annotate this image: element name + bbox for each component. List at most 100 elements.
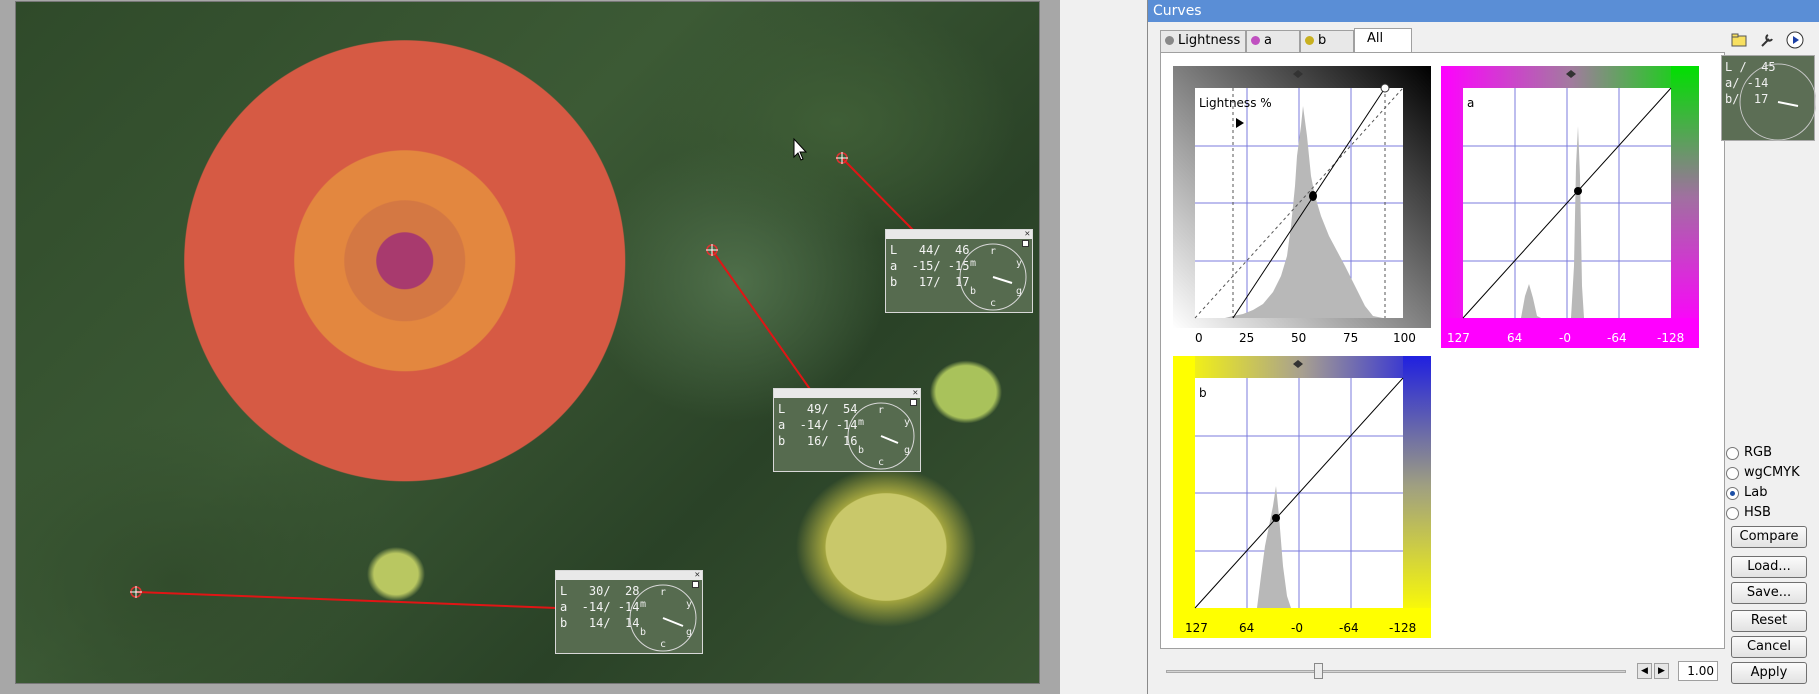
image-canvas[interactable]: ✕ L 44/ 46 a -15/ -15 b 17/ 17 r m y b g c…	[0, 0, 1060, 694]
strength-slider[interactable]	[1166, 670, 1626, 673]
sampler-readout[interactable]: ✕ L 44/ 46 a -15/ -15 b 17/ 17 r m y b g c	[885, 229, 1033, 313]
svg-text:r: r	[878, 405, 884, 416]
tab-lightness[interactable]: Lightness	[1160, 30, 1246, 52]
tab-a[interactable]: a	[1246, 30, 1300, 52]
axis-tick: -128	[1389, 621, 1417, 635]
b-channel-icon	[1305, 36, 1314, 45]
radio-icon[interactable]	[1726, 507, 1739, 520]
sampler-titlebar[interactable]: ✕	[774, 388, 920, 398]
a-curve[interactable]	[1441, 66, 1699, 348]
sample-point-marker[interactable]	[706, 244, 718, 256]
sample-point-marker[interactable]	[130, 586, 142, 598]
axis-tick: -64	[1339, 621, 1359, 635]
tab-all[interactable]: All	[1354, 28, 1412, 53]
sampler-titlebar[interactable]: ✕	[556, 570, 702, 580]
sampler-readout[interactable]: ✕ L 30/ 28 a -14/ -14 b 14/ 14 r m y b g c	[555, 570, 703, 654]
arrow-left-icon[interactable]: ◀	[1637, 663, 1652, 679]
color-wheel-dial-icon: r m y b g c	[629, 584, 697, 652]
axis-tick: -128	[1657, 331, 1685, 345]
lightness-curve-graph[interactable]: Lightness % 0 25 50 75 100	[1173, 66, 1431, 348]
svg-text:g: g	[1016, 286, 1022, 297]
svg-text:y: y	[904, 417, 910, 428]
axis-tick: 50	[1291, 331, 1307, 345]
sampler-leader	[711, 249, 813, 393]
svg-text:b: b	[858, 445, 864, 456]
mouse-cursor-icon	[793, 137, 808, 161]
axis-tick: 64	[1507, 331, 1523, 345]
radio-icon[interactable]	[1726, 447, 1739, 460]
svg-text:b: b	[640, 627, 646, 638]
axis-tick: -0	[1291, 621, 1303, 635]
axis-tick: 64	[1239, 621, 1255, 635]
color-mode-group: RGB wgCMYK Lab HSB	[1726, 443, 1800, 523]
graph-label: a	[1467, 96, 1475, 110]
a-curve-graph[interactable]: a 127 64 -0 -64 -128	[1441, 66, 1699, 348]
wrench-icon[interactable]	[1757, 30, 1777, 50]
lightness-channel-icon	[1165, 36, 1174, 45]
graph-label: Lightness %	[1199, 96, 1272, 110]
screen: ✕ L 44/ 46 a -15/ -15 b 17/ 17 r m y b g c…	[0, 0, 1819, 694]
svg-text:r: r	[990, 246, 996, 257]
sampler-leader	[841, 157, 916, 233]
axis-tick: 100	[1393, 331, 1416, 345]
svg-text:g: g	[686, 627, 692, 638]
close-icon[interactable]: ✕	[695, 570, 700, 580]
close-icon[interactable]: ✕	[1025, 229, 1030, 239]
load-button[interactable]: Load...	[1731, 556, 1807, 578]
mode-wgcmyk[interactable]: wgCMYK	[1726, 463, 1800, 483]
mode-rgb[interactable]: RGB	[1726, 443, 1800, 463]
svg-text:r: r	[660, 587, 666, 598]
svg-text:y: y	[1016, 258, 1022, 269]
b-curve-graph[interactable]: b 127 64 -0 -64 -128	[1173, 356, 1431, 638]
readout-L: L / 45	[1725, 60, 1776, 74]
axis-tick: -0	[1559, 331, 1571, 345]
folder-icon[interactable]	[1729, 30, 1749, 50]
save-button[interactable]: Save...	[1731, 582, 1807, 604]
graph-label: b	[1199, 386, 1207, 400]
svg-text:c: c	[660, 639, 666, 650]
arrow-right-icon[interactable]: ▶	[1654, 663, 1669, 679]
channel-readout: L / 45 a/ -14 b/ 17	[1721, 55, 1816, 141]
strength-value-field[interactable]: 1.00	[1678, 661, 1718, 681]
sampler-leader	[135, 591, 558, 609]
svg-text:b: b	[970, 286, 976, 297]
curves-dialog: Curves Lightness a b All Lightness % 0 2…	[1147, 0, 1819, 694]
color-wheel-dial-icon: r m y b g c	[847, 402, 915, 470]
axis-tick: 75	[1343, 331, 1359, 345]
axis-tick: 127	[1447, 331, 1470, 345]
svg-text:m: m	[858, 417, 864, 428]
cancel-button[interactable]: Cancel	[1731, 636, 1807, 658]
svg-text:g: g	[904, 445, 910, 456]
slider-thumb[interactable]	[1313, 663, 1323, 679]
sampler-readout[interactable]: ✕ L 49/ 54 a -14/ -14 b 16/ 16 r m y b g c	[773, 388, 921, 472]
dialog-title: Curves	[1148, 0, 1819, 22]
b-curve[interactable]	[1173, 356, 1431, 638]
radio-icon[interactable]	[1726, 467, 1739, 480]
svg-text:m: m	[970, 258, 976, 269]
svg-text:c: c	[990, 298, 996, 309]
radio-icon[interactable]	[1726, 487, 1739, 500]
mode-lab[interactable]: Lab	[1726, 483, 1800, 503]
compare-button[interactable]: Compare	[1731, 526, 1807, 548]
axis-tick: 25	[1239, 331, 1255, 345]
color-wheel-dial-icon: r m y b g c	[959, 243, 1027, 311]
apply-button[interactable]: Apply	[1731, 662, 1807, 684]
strength-slider-row: ◀ ▶ 1.00	[1160, 660, 1720, 682]
svg-text:m: m	[640, 599, 646, 610]
tab-b[interactable]: b	[1300, 30, 1354, 52]
mode-hsb[interactable]: HSB	[1726, 503, 1800, 523]
readout-b: b/ 17	[1725, 92, 1769, 106]
readout-a: a/ -14	[1725, 76, 1769, 90]
axis-tick: -64	[1607, 331, 1627, 345]
axis-tick: 127	[1185, 621, 1208, 635]
close-icon[interactable]: ✕	[913, 388, 918, 398]
play-icon[interactable]	[1785, 30, 1805, 50]
reset-button[interactable]: Reset	[1731, 610, 1807, 632]
a-channel-icon	[1251, 36, 1260, 45]
curves-tab-panel: Lightness % 0 25 50 75 100 a 127 64 -0 -…	[1160, 52, 1725, 649]
svg-text:c: c	[878, 457, 884, 468]
sampler-overlay	[130, 137, 916, 609]
curves-toolbar	[1729, 30, 1809, 50]
sampler-titlebar[interactable]: ✕	[886, 229, 1032, 239]
svg-text:y: y	[686, 599, 692, 610]
